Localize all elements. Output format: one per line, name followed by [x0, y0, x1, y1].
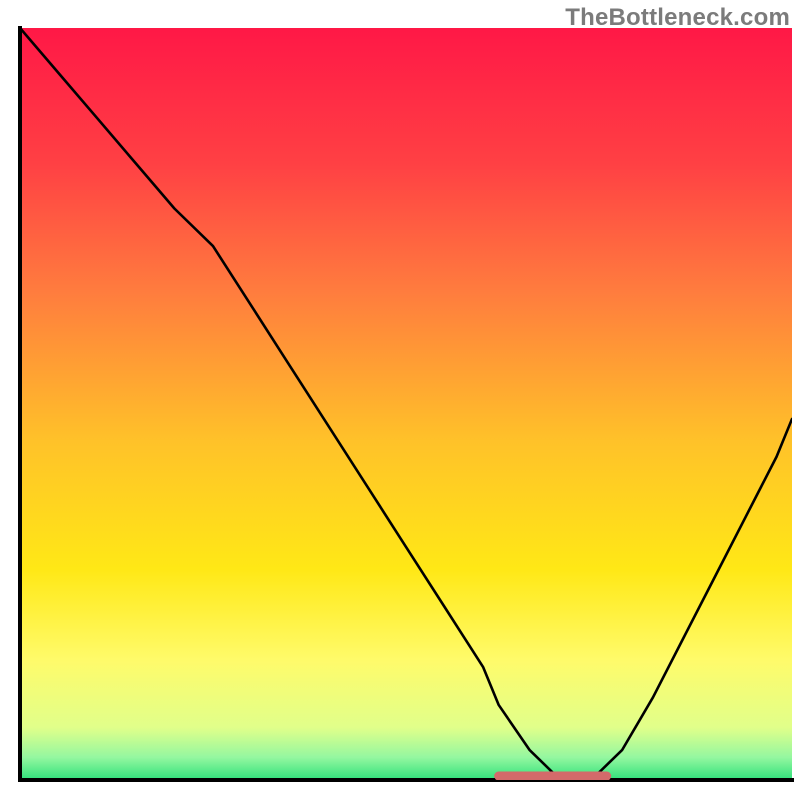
gradient-background [20, 28, 792, 780]
bottleneck-chart [0, 0, 800, 800]
chart-container: TheBottleneck.com [0, 0, 800, 800]
